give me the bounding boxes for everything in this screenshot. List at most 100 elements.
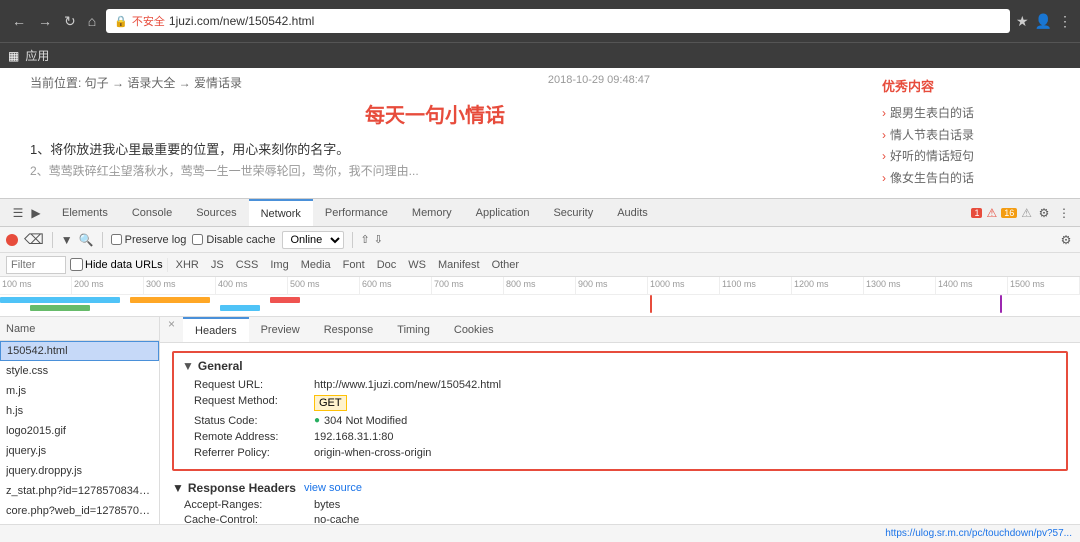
timeline-bar-1 <box>0 297 120 303</box>
mark-1200: 1200 ms <box>792 277 864 294</box>
preserve-log-checkbox[interactable] <box>111 234 122 245</box>
account-button[interactable]: 👤 <box>1035 13 1052 30</box>
detail-tab-response[interactable]: Response <box>312 317 386 342</box>
network-settings-icon[interactable]: ⚙ <box>1058 232 1074 248</box>
browser-chrome: ← → ↻ ⌂ 🔒 不安全 1juzi.com/new/150542.html … <box>0 0 1080 42</box>
general-section-header[interactable]: ▼ General <box>182 359 1058 373</box>
filter-media[interactable]: Media <box>297 258 335 272</box>
status-dot: ● <box>314 415 320 427</box>
star-button[interactable]: ★ <box>1016 13 1029 30</box>
mark-1000: 1000 ms <box>648 277 720 294</box>
accept-ranges-label: Accept-Ranges: <box>184 499 314 511</box>
sidebar-link-0[interactable]: 跟男生表白的话 <box>882 103 1068 125</box>
detail-tabs: × Headers Preview Response Timing Cookie… <box>160 317 1080 343</box>
sidebar-link-3[interactable]: 像女生告白的话 <box>882 168 1068 190</box>
mark-1400: 1400 ms <box>936 277 1008 294</box>
settings-icon[interactable]: ⚙ <box>1036 205 1052 221</box>
filter-xhr[interactable]: XHR <box>172 258 203 272</box>
tab-security[interactable]: Security <box>541 199 605 226</box>
file-item-4[interactable]: logo2015.gif <box>0 421 159 441</box>
reload-button[interactable]: ↻ <box>60 11 80 32</box>
separator-2 <box>102 232 103 248</box>
file-item-6[interactable]: jquery.droppy.js <box>0 461 159 481</box>
sidebar-link-1[interactable]: 情人节表白话录 <box>882 125 1068 147</box>
filter-other[interactable]: Other <box>488 258 524 272</box>
tab-console[interactable]: Console <box>120 199 184 226</box>
detail-tab-headers[interactable]: Headers <box>183 317 249 342</box>
tab-performance[interactable]: Performance <box>313 199 400 226</box>
sidebar-link-2[interactable]: 好听的情话短句 <box>882 146 1068 168</box>
browser-actions: ★ 👤 ⋮ <box>1016 13 1072 30</box>
mark-700: 700 ms <box>432 277 504 294</box>
address-bar[interactable]: 🔒 不安全 1juzi.com/new/150542.html <box>106 9 1010 33</box>
clear-button[interactable]: ⌫ <box>24 231 44 248</box>
devtools-toggle-icon[interactable]: ☰ <box>10 205 26 221</box>
online-dropdown[interactable]: Online <box>282 231 344 249</box>
tab-elements[interactable]: Elements <box>50 199 120 226</box>
status-code-label: Status Code: <box>194 415 314 427</box>
devtools-panel: ☰ ▶ Elements Console Sources Network Per… <box>0 198 1080 542</box>
disable-cache-checkbox[interactable] <box>192 234 203 245</box>
mark-600: 600 ms <box>360 277 432 294</box>
filter-img[interactable]: Img <box>266 258 292 272</box>
filter-doc[interactable]: Doc <box>373 258 401 272</box>
response-headers-section: ▼ Response Headers view source Accept-Ra… <box>172 481 1068 524</box>
grid-icon: ▦ <box>8 49 19 63</box>
file-item-1[interactable]: style.css <box>0 361 159 381</box>
timeline-marker-2 <box>1000 295 1002 313</box>
filter-ws[interactable]: WS <box>404 258 430 272</box>
request-details: ▼ General Request URL: http://www.1juzi.… <box>160 343 1080 524</box>
tab-application[interactable]: Application <box>464 199 542 226</box>
forward-button[interactable]: → <box>34 11 56 31</box>
response-headers-label: ▼ Response Headers view source <box>172 481 1068 495</box>
filter-input[interactable] <box>6 256 66 274</box>
record-button[interactable] <box>6 234 18 246</box>
menu-button[interactable]: ⋮ <box>1058 13 1072 30</box>
detail-close-button[interactable]: × <box>160 317 183 342</box>
home-button[interactable]: ⌂ <box>84 11 100 31</box>
inspect-icon[interactable]: ▶ <box>28 205 44 221</box>
mark-400: 400 ms <box>216 277 288 294</box>
mark-200: 200 ms <box>72 277 144 294</box>
filter-font[interactable]: Font <box>339 258 369 272</box>
detail-tab-preview[interactable]: Preview <box>249 317 312 342</box>
file-item-3[interactable]: h.js <box>0 401 159 421</box>
file-item-5[interactable]: jquery.js <box>0 441 159 461</box>
status-bar: https://ulog.sr.m.cn/pc/touchdown/pv?57.… <box>0 524 1080 542</box>
download-icon: ⇩ <box>374 233 383 246</box>
timeline-ruler: 100 ms 200 ms 300 ms 400 ms 500 ms 600 m… <box>0 277 1080 295</box>
mark-800: 800 ms <box>504 277 576 294</box>
status-code-value: 304 Not Modified <box>324 415 407 427</box>
tab-sources[interactable]: Sources <box>184 199 248 226</box>
warning-icon: ⚠ <box>1021 206 1032 220</box>
request-method-row: Request Method: GET <box>182 395 1058 411</box>
hide-data-urls-label[interactable]: Hide data URLs <box>70 258 163 271</box>
filter-js[interactable]: JS <box>207 258 228 272</box>
resp-row-0: Accept-Ranges: bytes <box>172 499 1068 511</box>
remote-address-row: Remote Address: 192.168.31.1:80 <box>182 431 1058 443</box>
detail-tab-timing[interactable]: Timing <box>385 317 442 342</box>
network-toolbar: ⌫ ▼ 🔍 Preserve log Disable cache Online … <box>0 227 1080 253</box>
detail-tab-cookies[interactable]: Cookies <box>442 317 506 342</box>
filter-manifest[interactable]: Manifest <box>434 258 484 272</box>
file-item-0[interactable]: 150542.html <box>0 341 159 361</box>
timeline: 100 ms 200 ms 300 ms 400 ms 500 ms 600 m… <box>0 277 1080 317</box>
more-icon[interactable]: ⋮ <box>1056 205 1072 221</box>
tab-audits[interactable]: Audits <box>605 199 660 226</box>
tab-network[interactable]: Network <box>249 199 313 226</box>
file-list: Name 150542.html style.css m.js h.js log… <box>0 317 160 524</box>
file-item-7[interactable]: z_stat.php?id=1278570834&... <box>0 481 159 501</box>
view-source-link[interactable]: view source <box>304 482 362 494</box>
filter-css[interactable]: CSS <box>232 258 263 272</box>
disable-cache-label[interactable]: Disable cache <box>192 234 275 246</box>
file-item-8[interactable]: core.php?web_id=127857083... <box>0 501 159 521</box>
request-url-label: Request URL: <box>194 379 314 391</box>
file-item-2[interactable]: m.js <box>0 381 159 401</box>
general-box: ▼ General Request URL: http://www.1juzi.… <box>172 351 1068 471</box>
back-button[interactable]: ← <box>8 11 30 31</box>
preserve-log-label[interactable]: Preserve log <box>111 234 187 246</box>
bookmark-apps[interactable]: 应用 <box>25 47 49 64</box>
tab-memory[interactable]: Memory <box>400 199 464 226</box>
warning-badge: 16 <box>1001 208 1017 218</box>
hide-data-urls-checkbox[interactable] <box>70 258 83 271</box>
